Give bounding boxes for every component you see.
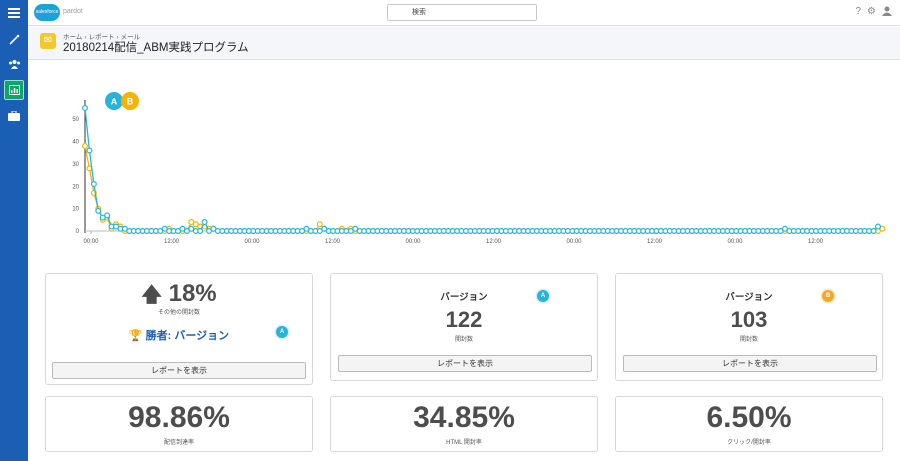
view-report-button-b[interactable]: レポートを表示 — [623, 355, 877, 372]
data-point-a — [90, 181, 97, 188]
top-bar: salesforce pardot 検索 ? ⚙ — [28, 0, 900, 26]
html-open-rate-card: 34.85% HTML 開封率 — [330, 396, 598, 452]
y-tick-label: 20 — [72, 184, 79, 190]
x-tick-label: 00:00 — [566, 239, 582, 245]
arrow-up-icon: 🡅 — [141, 284, 162, 306]
y-tick-label: 10 — [72, 207, 79, 213]
y-tick-label: 0 — [76, 229, 80, 235]
y-tick-label: 50 — [72, 117, 79, 123]
x-tick-label: 00:00 — [727, 239, 743, 245]
x-tick-label: 12:00 — [647, 239, 663, 245]
data-point-a — [86, 147, 93, 154]
series-line-b — [84, 145, 883, 232]
settings-icon[interactable]: ⚙ — [867, 6, 876, 19]
series-badge-label: A — [111, 97, 118, 107]
delta-sub: その他の開封数 — [157, 310, 200, 316]
html-open-rate-value: 34.85% — [413, 401, 515, 434]
user-icon[interactable] — [882, 6, 892, 19]
trophy-icon: 🏆 — [128, 330, 143, 342]
y-tick-label: 40 — [72, 140, 79, 146]
version-a-opens: 122 — [445, 307, 483, 332]
x-tick-label: 12:00 — [808, 239, 824, 245]
x-tick-label: 00:00 — [83, 239, 99, 245]
data-point-a — [874, 223, 881, 230]
delivery-rate-label: 配信到達率 — [163, 440, 194, 446]
winner-badge-a: A — [276, 326, 288, 338]
x-tick-label: 12:00 — [486, 239, 502, 245]
salesforce-logo[interactable]: salesforce — [34, 4, 60, 21]
winner-card: 🡅 18% その他の開封数 🏆 勝者: バージョン A レポートを表示 — [45, 273, 313, 385]
data-point-a — [95, 207, 102, 214]
left-nav — [0, 0, 28, 461]
view-report-button-a[interactable]: レポートを表示 — [338, 355, 592, 372]
data-point-a — [104, 212, 111, 219]
users-icon[interactable] — [4, 54, 24, 74]
x-tick-label: 12:00 — [325, 239, 341, 245]
version-b-label: バージョン — [725, 292, 773, 303]
email-icon: ✉ — [40, 33, 56, 49]
data-point-b — [81, 143, 88, 150]
version-b-opens: 103 — [730, 307, 768, 332]
version-b-card: バージョン B 103 開封数 レポートを表示 — [615, 273, 883, 381]
click-open-rate-value: 6.50% — [706, 401, 792, 434]
page-title: 20180214配信_ABM実践プログラム — [63, 42, 249, 54]
version-a-card: バージョン A 122 開封数 レポートを表示 — [330, 273, 598, 381]
version-a-badge: A — [537, 290, 549, 302]
data-point-a — [201, 219, 208, 226]
version-b-sub: 開封数 — [739, 337, 758, 343]
series-line-a — [84, 107, 879, 232]
briefcase-icon[interactable] — [4, 106, 24, 126]
x-tick-label: 00:00 — [244, 239, 260, 245]
x-tick-label: 00:00 — [405, 239, 421, 245]
help-icon[interactable]: ? — [855, 6, 861, 19]
y-tick-label: 30 — [72, 162, 79, 168]
page-header: ✉ ホーム › レポート › メール 20180214配信_ABM実践プログラム — [28, 27, 900, 60]
winner-text: 勝者: バージョン — [145, 330, 230, 342]
data-point-a — [870, 228, 877, 235]
series-badge-label: B — [127, 97, 134, 107]
opens-chart: 50 40 30 20 10 0 00:00 12:00 00:00 12:00 00:00 12:0… — [28, 60, 900, 255]
chart-svg: 5040302010000:00 12:00 00:00 12:00 00:00 12:0… — [72, 92, 886, 245]
click-open-rate-label: クリック/開封率 — [727, 440, 771, 446]
version-b-badge: B — [822, 290, 834, 302]
winner-label: 🏆 勝者: バージョン — [46, 327, 312, 343]
reports-icon[interactable] — [4, 80, 24, 100]
click-open-rate-card: 6.50% クリック/開封率 — [615, 396, 883, 452]
search-input[interactable]: 検索 — [387, 4, 537, 21]
view-report-button[interactable]: レポートを表示 — [52, 362, 306, 379]
delivery-rate-value: 98.86% — [128, 401, 230, 434]
product-name: pardot — [63, 8, 83, 15]
wand-icon[interactable] — [4, 29, 24, 49]
version-a-label: バージョン — [440, 292, 488, 303]
version-a-sub: 開封数 — [454, 337, 473, 343]
data-point-a — [81, 104, 88, 111]
menu-icon[interactable] — [4, 3, 24, 23]
delivery-rate-card: 98.86% 配信到達率 — [45, 396, 313, 452]
html-open-rate-label: HTML 開封率 — [446, 440, 482, 446]
data-point-b — [316, 221, 323, 228]
data-point-a — [197, 228, 204, 235]
x-tick-label: 12:00 — [164, 239, 180, 245]
delta-text: 18% — [168, 280, 217, 307]
